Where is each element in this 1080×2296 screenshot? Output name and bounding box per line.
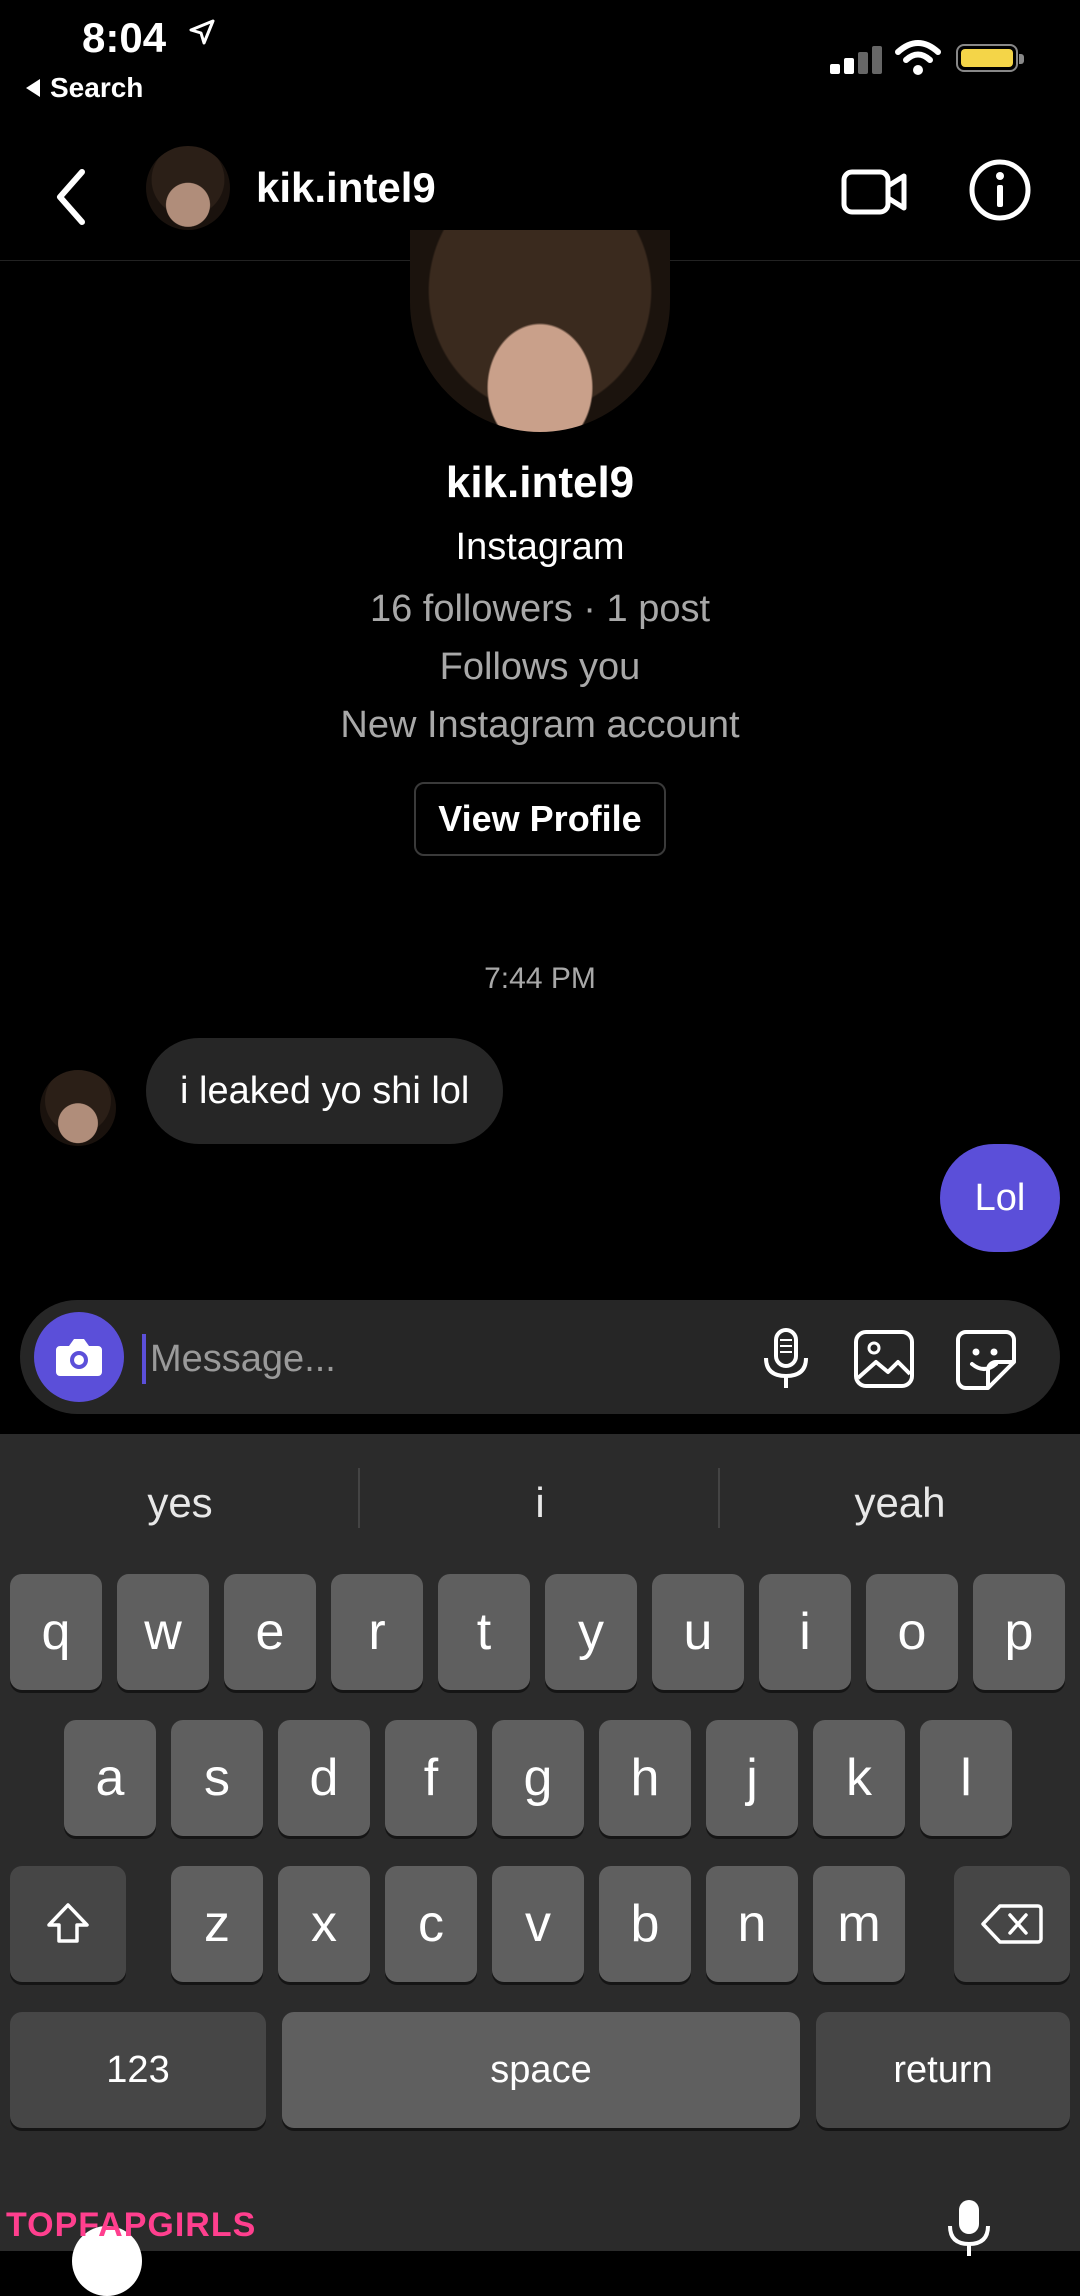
key-r[interactable]: r — [331, 1574, 423, 1690]
profile-platform: Instagram — [455, 526, 625, 568]
key-o[interactable]: o — [866, 1574, 958, 1690]
profile-account-note: New Instagram account — [340, 704, 740, 746]
cellular-signal-icon — [830, 44, 886, 74]
key-x[interactable]: x — [278, 1866, 370, 1982]
outgoing-message-bubble[interactable]: Lol — [940, 1144, 1060, 1252]
key-u[interactable]: u — [652, 1574, 744, 1690]
video-call-icon[interactable] — [840, 162, 910, 222]
numbers-key[interactable]: 123 — [10, 2012, 266, 2128]
profile-stats: 16 followers · 1 post — [369, 588, 711, 630]
key-i[interactable]: i — [759, 1574, 851, 1690]
return-key[interactable]: return — [816, 2012, 1070, 2128]
key-b[interactable]: b — [599, 1866, 691, 1982]
incoming-message-bubble[interactable]: i leaked yo shi lol — [146, 1038, 504, 1144]
key-t[interactable]: t — [438, 1574, 530, 1690]
wifi-icon — [895, 40, 941, 75]
profile-follows: Follows you — [439, 646, 641, 688]
message-input[interactable] — [148, 1328, 732, 1390]
suggestion-i[interactable]: i — [360, 1434, 720, 1572]
watermark: TOPFAPGIRLS — [6, 2206, 257, 2244]
camera-button[interactable] — [34, 1312, 124, 1402]
key-n[interactable]: n — [706, 1866, 798, 1982]
back-app-label: Search — [50, 72, 144, 103]
location-arrow-icon — [189, 19, 215, 45]
message-composer — [20, 1300, 1060, 1414]
key-s[interactable]: s — [171, 1720, 263, 1836]
key-c[interactable]: c — [385, 1866, 477, 1982]
key-z[interactable]: z — [171, 1866, 263, 1982]
key-a[interactable]: a — [64, 1720, 156, 1836]
space-key[interactable]: space — [282, 2012, 800, 2128]
profile-name: kik.intel9 — [445, 458, 635, 507]
back-chevron-icon[interactable] — [48, 162, 98, 232]
key-j[interactable]: j — [706, 1720, 798, 1836]
backspace-icon — [981, 1904, 1043, 1944]
key-k[interactable]: k — [813, 1720, 905, 1836]
clock: 8:04 — [82, 14, 167, 61]
key-q[interactable]: q — [10, 1574, 102, 1690]
microphone-icon[interactable] — [756, 1326, 816, 1392]
shift-arrow-icon — [47, 1903, 89, 1943]
header-username[interactable]: kik.intel9 — [256, 164, 436, 212]
key-l[interactable]: l — [920, 1720, 1012, 1836]
key-w[interactable]: w — [117, 1574, 209, 1690]
sender-avatar[interactable] — [40, 1070, 116, 1146]
key-d[interactable]: d — [278, 1720, 370, 1836]
key-y[interactable]: y — [545, 1574, 637, 1690]
view-profile-button[interactable]: View Profile — [414, 782, 666, 856]
key-h[interactable]: h — [599, 1720, 691, 1836]
suggestion-yeah[interactable]: yeah — [720, 1434, 1080, 1572]
keyboard: yes i yeah q w e r t y u i o p a s d f g… — [0, 1434, 1080, 2251]
key-v[interactable]: v — [492, 1866, 584, 1982]
camera-icon — [56, 1339, 102, 1376]
message-timestamp: 7:44 PM — [484, 962, 596, 995]
gallery-icon[interactable] — [850, 1326, 918, 1392]
battery-icon — [956, 44, 1024, 72]
back-to-app-link[interactable]: Search — [26, 72, 143, 104]
info-icon[interactable] — [968, 158, 1032, 222]
shift-key[interactable] — [10, 1866, 126, 1982]
suggestion-yes[interactable]: yes — [0, 1434, 360, 1572]
text-caret — [142, 1334, 146, 1384]
sticker-icon[interactable] — [952, 1326, 1020, 1392]
key-m[interactable]: m — [813, 1866, 905, 1982]
dictation-mic-icon[interactable] — [946, 2198, 992, 2258]
profile-picture[interactable] — [410, 230, 670, 432]
key-f[interactable]: f — [385, 1720, 477, 1836]
header-avatar[interactable] — [146, 146, 230, 230]
back-triangle-icon — [26, 78, 40, 97]
key-e[interactable]: e — [224, 1574, 316, 1690]
key-g[interactable]: g — [492, 1720, 584, 1836]
key-p[interactable]: p — [973, 1574, 1065, 1690]
status-bar: 8:04 Search — [0, 0, 1080, 110]
backspace-key[interactable] — [954, 1866, 1070, 1982]
